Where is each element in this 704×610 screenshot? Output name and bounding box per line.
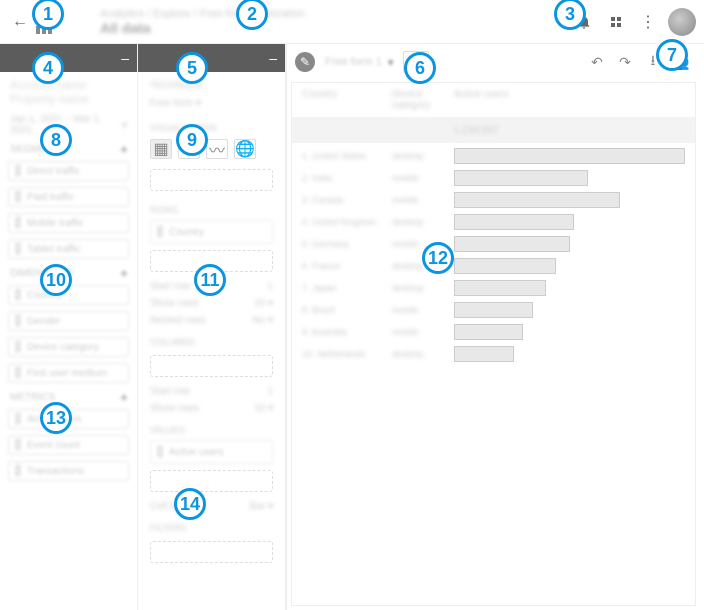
technique-select[interactable]: Free form ▾ [138, 92, 285, 115]
value-chip[interactable]: Active users [150, 440, 273, 464]
bell-icon[interactable] [572, 10, 596, 34]
segment-chip[interactable]: Paid traffic [8, 187, 129, 207]
settings-collapse[interactable]: – [138, 44, 285, 72]
technique-label: TECHNIQUE [138, 72, 285, 92]
add-dimension-button[interactable]: + [117, 266, 131, 280]
table-row: 4. United Kingdomdesktop [292, 211, 695, 233]
bar [454, 236, 570, 252]
table-row: 1. United Statesdesktop [292, 145, 695, 167]
apps-grid-icon[interactable] [604, 10, 628, 34]
metrics-header: METRICS [10, 392, 55, 403]
add-segment-button[interactable]: + [117, 142, 131, 156]
viz-line-icon[interactable]: 〰 [206, 139, 228, 159]
dimension-chip[interactable]: First user medium [8, 363, 129, 383]
segments-header: SEGMENTS [10, 144, 66, 155]
bar [454, 148, 685, 164]
table-row: 6. Francedesktop [292, 255, 695, 277]
share-icon[interactable]: 👥 [670, 54, 692, 71]
row-dropzone[interactable] [150, 250, 273, 272]
bar [454, 302, 533, 318]
canvas-panel: ✎ Free form 1 + ↶ ↷ ⭳ 👥 Country Device c… [286, 44, 704, 610]
dimension-chip[interactable]: Country [8, 285, 129, 305]
bar [454, 346, 514, 362]
segment-chip[interactable]: Tablet traffic [8, 239, 129, 259]
report-table: Country Device category Active users 1,2… [291, 82, 696, 606]
summary-value: 1,234,567 [454, 125, 499, 136]
value-dropzone[interactable] [150, 470, 273, 492]
add-metric-button[interactable]: + [117, 390, 131, 404]
filters-label: FILTERS [138, 515, 285, 535]
analytics-logo-icon [36, 10, 60, 34]
variables-panel: – Account name Property name Jan 1, 2021… [0, 44, 138, 610]
add-tab-button[interactable]: + [403, 51, 429, 73]
dimension-chip[interactable]: Gender [8, 311, 129, 331]
segment-chip[interactable]: Direct traffic [8, 161, 129, 181]
breadcrumb: Analytics / Explore / Free-form explorat… [100, 8, 305, 20]
table-row: 9. Australiamobile [292, 321, 695, 343]
date-range-picker[interactable]: Jan 1, 2021 – Mar 1, 2021▾ [0, 112, 137, 138]
variables-collapse[interactable]: – [0, 44, 137, 72]
download-icon[interactable]: ⭳ [642, 50, 664, 74]
segment-chip[interactable]: Mobile traffic [8, 213, 129, 233]
metric-chip[interactable]: Active users [8, 409, 129, 429]
col-dropzone[interactable] [150, 355, 273, 377]
metric-chip[interactable]: Transactions [8, 461, 129, 481]
table-row: 3. Canadamobile [292, 189, 695, 211]
undo-icon[interactable]: ↶ [586, 54, 608, 71]
bar [454, 170, 588, 186]
segment-dropzone[interactable] [150, 169, 273, 191]
table-row: 2. Indiamobile [292, 167, 695, 189]
table-row: 8. Brazilmobile [292, 299, 695, 321]
columns-label: COLUMNS [138, 329, 285, 349]
col-header[interactable]: Device category [392, 89, 454, 111]
col-header[interactable]: Country [302, 89, 392, 111]
col-header[interactable]: Active users [454, 89, 508, 111]
viz-geo-icon[interactable]: 🌐 [234, 139, 256, 159]
table-row: 7. Japandesktop [292, 277, 695, 299]
redo-icon[interactable]: ↷ [614, 54, 636, 71]
bar [454, 258, 556, 274]
edit-icon[interactable]: ✎ [295, 52, 315, 72]
metric-chip[interactable]: Event count [8, 435, 129, 455]
bar [454, 214, 574, 230]
account-property[interactable]: Account name Property name [0, 72, 137, 112]
values-label: VALUES [138, 417, 285, 437]
page-title: Analytics / Explore / Free-form explorat… [100, 8, 305, 36]
tab-name[interactable]: Free form 1 [321, 56, 397, 69]
table-row: 10. Netherlandsdesktop [292, 343, 695, 365]
viz-donut-icon[interactable]: ◔ [178, 139, 200, 159]
top-bar: ← Analytics / Explore / Free-form explor… [0, 0, 704, 44]
table-row: 5. Germanymobile [292, 233, 695, 255]
viz-table-icon[interactable]: ▦ [150, 139, 172, 159]
bar [454, 324, 523, 340]
canvas-toolbar: ✎ Free form 1 + ↶ ↷ ⭳ 👥 [291, 48, 696, 76]
bar [454, 280, 546, 296]
dimensions-header: DIMENSIONS [10, 268, 73, 279]
avatar[interactable] [668, 8, 696, 36]
view-name: All data [100, 20, 305, 36]
dimension-chip[interactable]: Device category [8, 337, 129, 357]
bar [454, 192, 620, 208]
back-button[interactable]: ← [8, 13, 32, 31]
settings-panel: – TECHNIQUE Free form ▾ VISUALIZATION ▦ … [138, 44, 286, 610]
rows-label: ROWS [138, 197, 285, 217]
visualization-label: VISUALIZATION [138, 115, 285, 135]
filter-dropzone[interactable] [150, 541, 273, 563]
more-vert-icon[interactable]: ⋮ [636, 10, 660, 34]
row-chip[interactable]: Country [150, 220, 273, 244]
